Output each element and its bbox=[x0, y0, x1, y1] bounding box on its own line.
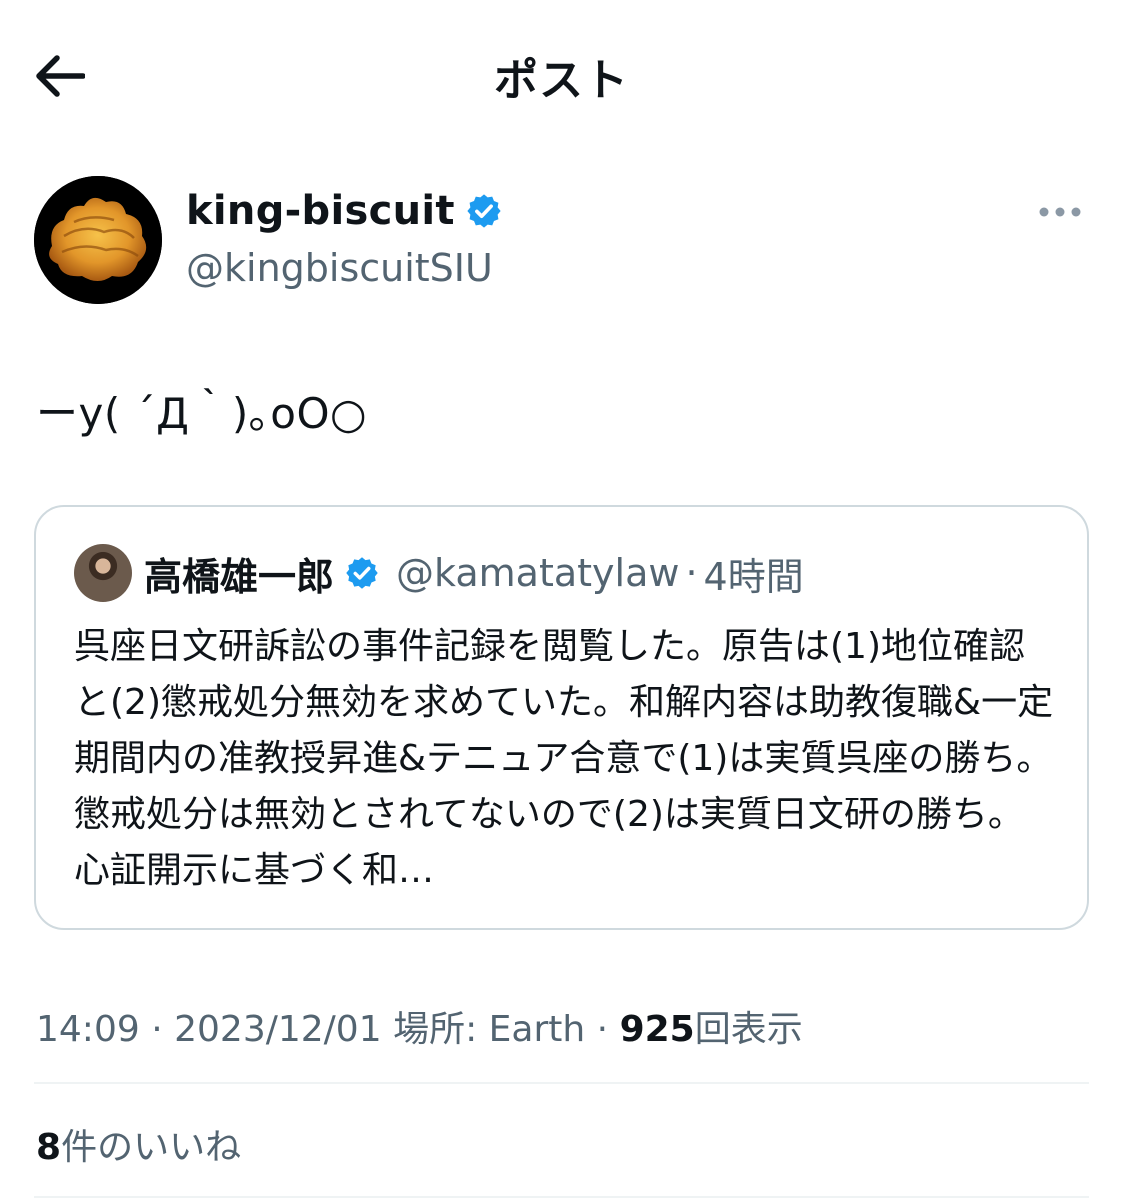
divider bbox=[34, 1196, 1089, 1198]
separator-dot: · bbox=[151, 1009, 163, 1050]
quoted-author-avatar bbox=[74, 544, 132, 602]
more-horizontal-icon bbox=[1039, 207, 1081, 217]
post-detail-screen: ポスト king-biscuit @kingbiscuitSIU ーy(´Д｀… bbox=[0, 0, 1123, 1200]
post-time: 14:09 bbox=[36, 1009, 140, 1050]
author-name: king-biscuit bbox=[186, 188, 455, 234]
separator-dot: · bbox=[596, 1009, 609, 1050]
post-author: king-biscuit @kingbiscuitSIU bbox=[34, 176, 1094, 306]
page-title: ポスト bbox=[494, 55, 629, 106]
post-date: 2023/12/01 bbox=[174, 1009, 382, 1050]
quoted-post-card[interactable]: 高橋雄一郎 @kamatatylaw · 4時間 呉座日文研訴訟の事件記録を閲覧… bbox=[34, 505, 1089, 930]
post-location: Earth bbox=[488, 1009, 586, 1050]
more-options-button[interactable] bbox=[1034, 198, 1086, 226]
author-avatar[interactable] bbox=[34, 176, 162, 304]
verified-badge-icon bbox=[467, 194, 501, 228]
view-count-label: 回表示 bbox=[694, 1009, 803, 1050]
quoted-post-header: 高橋雄一郎 @kamatatylaw · 4時間 bbox=[74, 543, 804, 603]
quoted-author-name: 高橋雄一郎 bbox=[144, 554, 335, 599]
biscuit-avatar-image bbox=[34, 176, 162, 304]
quoted-post-text: 呉座日文研訴訟の事件記録を閲覧した。原告は(1)地位確認と(2)懲戒処分無効を求… bbox=[74, 626, 1054, 891]
likes-label: 件のいいね bbox=[61, 1127, 242, 1168]
post-text: ーy( ´Д｀)｡oO○ bbox=[36, 389, 368, 438]
likes-count: 8 bbox=[36, 1127, 62, 1168]
view-count: 925 bbox=[619, 1009, 695, 1050]
top-bar: ポスト bbox=[0, 0, 1123, 150]
author-name-row[interactable]: king-biscuit bbox=[186, 188, 503, 234]
location-label: 場所: bbox=[393, 1009, 478, 1050]
post-meta: 14:09 · 2023/12/01 場所: Earth · 925回表示 bbox=[36, 1000, 803, 1052]
likes-count-link[interactable]: 8件のいいね bbox=[36, 1118, 241, 1170]
verified-badge-icon bbox=[346, 557, 378, 589]
separator-dot: · bbox=[685, 551, 698, 595]
author-handle[interactable]: @kingbiscuitSIU bbox=[186, 246, 493, 290]
quoted-post-time: 4時間 bbox=[703, 554, 804, 599]
divider bbox=[34, 1082, 1089, 1084]
quoted-author-handle: @kamatatylaw bbox=[396, 551, 680, 595]
